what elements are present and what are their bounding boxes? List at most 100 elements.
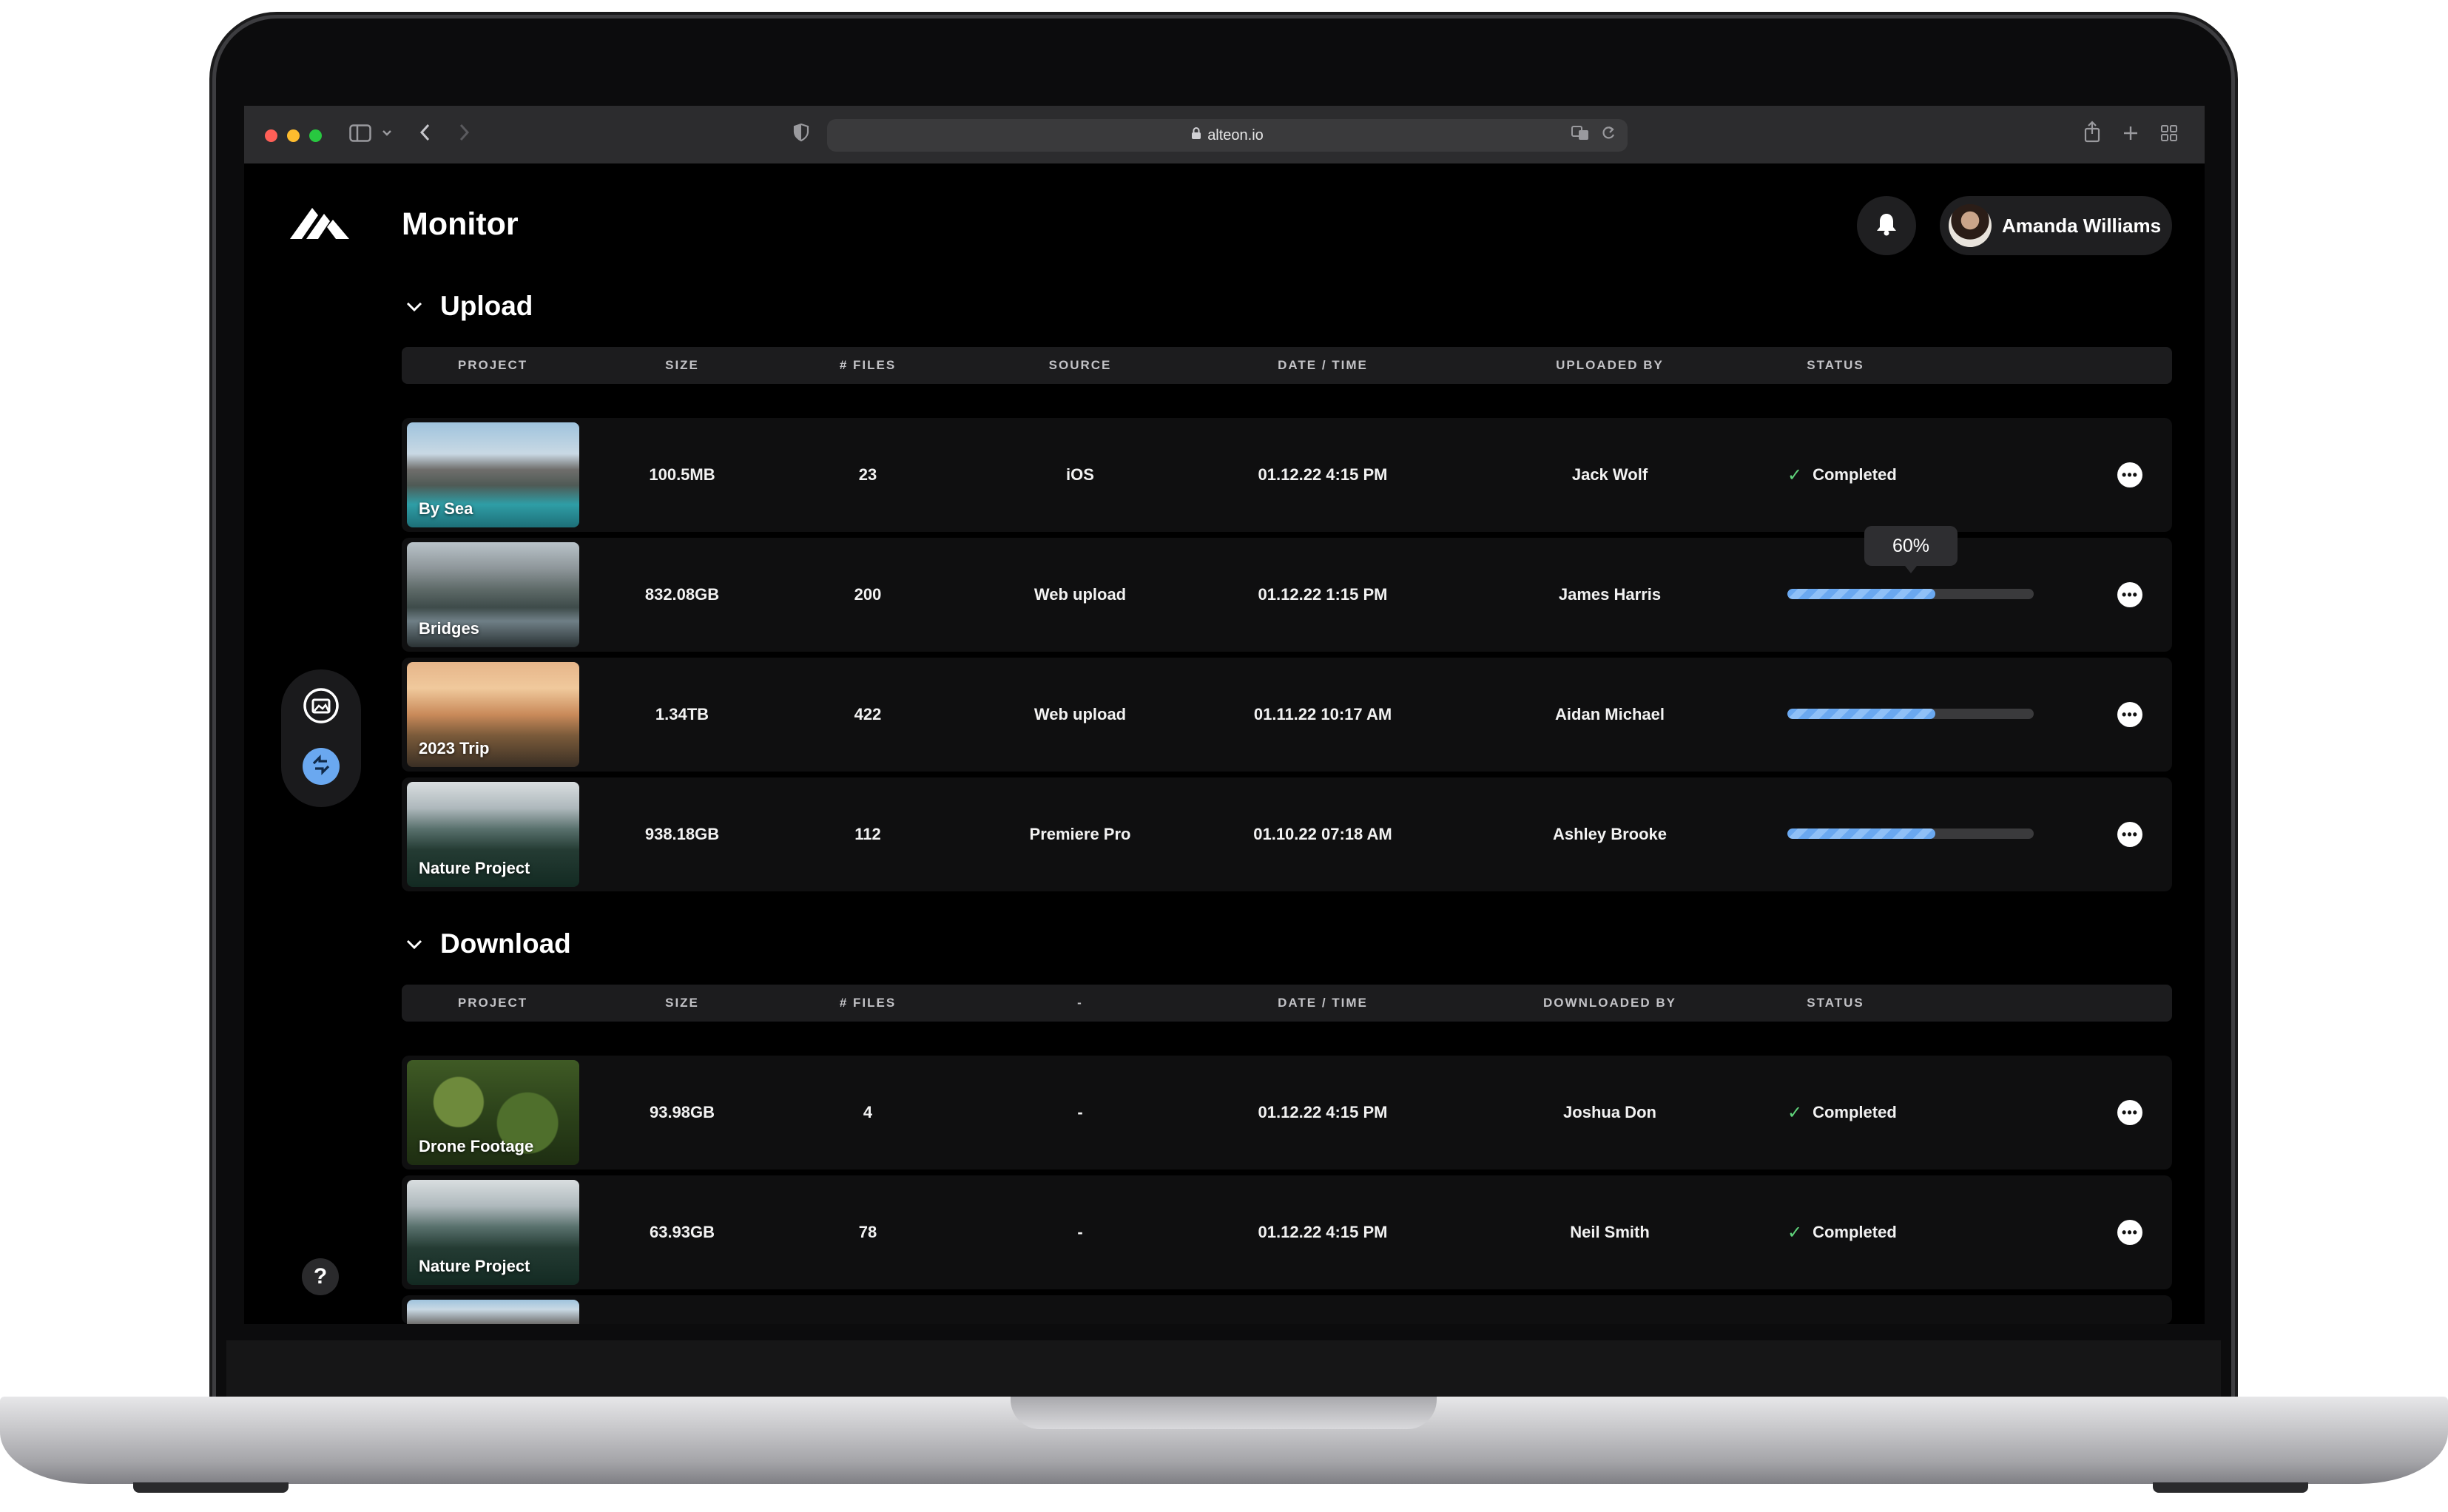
- project-thumbnail: 2023 Trip: [407, 662, 579, 767]
- progress-bar: [1787, 709, 2034, 719]
- help-button[interactable]: ?: [302, 1258, 339, 1295]
- table-row[interactable]: Drone Footage 93.98GB 4 - 01.12.22 4:15 …: [402, 1056, 2172, 1170]
- row-more-button[interactable]: •••: [2117, 582, 2142, 607]
- check-icon: ✓: [1787, 1102, 1803, 1123]
- cell-source: iOS: [1066, 465, 1094, 484]
- progress-fill: [1787, 589, 1935, 599]
- user-menu-button[interactable]: Amanda Williams: [1940, 196, 2172, 255]
- project-name: Bridges: [419, 619, 479, 638]
- download-section-header[interactable]: Download: [402, 928, 571, 959]
- status-text: Completed: [1813, 1223, 1897, 1241]
- progress-bar: [1787, 828, 2034, 839]
- project-thumbnail: Nature Project: [407, 782, 579, 887]
- cell-datetime: 01.12.22 1:15 PM: [1258, 585, 1388, 604]
- download-table-header: PROJECT SIZE # FILES - DATE / TIME DOWNL…: [402, 985, 2172, 1022]
- new-tab-icon[interactable]: [2122, 121, 2140, 150]
- progress-tooltip: 60%: [1864, 526, 1958, 573]
- status-text: Completed: [1813, 1103, 1897, 1121]
- table-row[interactable]: Bridges 832.08GB 200 Web upload 01.12.22…: [402, 526, 2172, 652]
- side-rail-library-button[interactable]: [303, 687, 340, 726]
- browser-window: alteon.io Monitor Amanda Williams ? Uplo…: [244, 106, 2205, 1324]
- tab-group-chevron-icon[interactable]: [382, 121, 392, 150]
- laptop-foot-left: [133, 1482, 289, 1493]
- tab-overview-icon[interactable]: [2160, 121, 2178, 150]
- row-more-button[interactable]: •••: [2117, 462, 2142, 487]
- project-thumbnail: Bridges: [407, 542, 579, 647]
- cell-files: 422: [854, 705, 882, 723]
- project-name: Drone Footage: [419, 1137, 534, 1155]
- cell-source: Premiere Pro: [1029, 825, 1131, 843]
- column-header-files: # FILES: [839, 996, 897, 1010]
- cell-datetime: 01.12.22 4:15 PM: [1258, 465, 1388, 484]
- column-header-source: -: [1077, 996, 1083, 1010]
- table-row[interactable]: [402, 1295, 2172, 1324]
- column-header-size: SIZE: [665, 358, 699, 372]
- project-thumbnail: [407, 1300, 579, 1324]
- forward-icon[interactable]: [457, 121, 471, 150]
- translate-icon[interactable]: [1571, 125, 1589, 146]
- url-text: alteon.io: [1207, 126, 1264, 144]
- cell-files: 4: [863, 1103, 873, 1121]
- cell-source: Web upload: [1034, 705, 1127, 723]
- notifications-button[interactable]: [1857, 196, 1916, 255]
- table-row[interactable]: 2023 Trip 1.34TB 422 Web upload 01.11.22…: [402, 658, 2172, 772]
- privacy-shield-icon[interactable]: [793, 121, 809, 150]
- chevron-down-icon: [402, 931, 427, 956]
- table-row[interactable]: Nature Project 63.93GB 78 - 01.12.22 4:1…: [402, 1175, 2172, 1289]
- lock-icon: [1191, 126, 1201, 144]
- minimize-window-button[interactable]: [287, 129, 300, 142]
- cell-uploaded-by: Ashley Brooke: [1552, 825, 1668, 843]
- back-icon[interactable]: [419, 121, 432, 150]
- cell-size: 1.34TB: [655, 705, 709, 723]
- table-row[interactable]: Nature Project 938.18GB 112 Premiere Pro…: [402, 777, 2172, 891]
- zoom-window-button[interactable]: [309, 129, 322, 142]
- more-icon: •••: [2122, 587, 2138, 602]
- check-icon: ✓: [1787, 465, 1803, 485]
- transfer-icon: [309, 753, 333, 780]
- column-header-datetime: DATE / TIME: [1278, 358, 1368, 372]
- more-icon: •••: [2122, 1225, 2138, 1240]
- cell-datetime: 01.11.22 10:17 AM: [1253, 705, 1392, 723]
- cell-size: 938.18GB: [644, 825, 720, 843]
- column-header-project: PROJECT: [457, 996, 528, 1010]
- cell-datetime: 01.12.22 4:15 PM: [1258, 1223, 1388, 1241]
- column-header-downloaded-by: DOWNLOADED BY: [1543, 996, 1676, 1010]
- progress-bar: [1787, 589, 2034, 599]
- project-thumbnail: Nature Project: [407, 1180, 579, 1285]
- project-name: 2023 Trip: [419, 739, 490, 757]
- cell-downloaded-by: Joshua Don: [1563, 1103, 1656, 1121]
- cell-uploaded-by: Jack Wolf: [1571, 465, 1648, 484]
- sidebar-toggle-icon[interactable]: [349, 121, 371, 150]
- more-icon: •••: [2122, 707, 2138, 722]
- cell-size: 100.5MB: [649, 465, 715, 484]
- check-icon: ✓: [1787, 1222, 1803, 1243]
- share-icon[interactable]: [2083, 121, 2101, 151]
- reload-icon[interactable]: [1601, 125, 1616, 146]
- address-bar[interactable]: alteon.io: [827, 119, 1628, 152]
- status-completed: ✓ Completed: [1787, 418, 1897, 532]
- cell-files: 23: [858, 465, 877, 484]
- row-more-button[interactable]: •••: [2117, 822, 2142, 847]
- progress-fill: [1787, 709, 1935, 719]
- more-icon: •••: [2122, 1105, 2138, 1120]
- close-window-button[interactable]: [265, 129, 277, 142]
- cell-datetime: 01.12.22 4:15 PM: [1258, 1103, 1388, 1121]
- alteon-logo-icon[interactable]: [290, 205, 351, 244]
- cell-source: -: [1077, 1223, 1083, 1241]
- table-row[interactable]: By Sea 100.5MB 23 iOS 01.12.22 4:15 PM J…: [402, 418, 2172, 532]
- row-more-button[interactable]: •••: [2117, 1220, 2142, 1245]
- row-more-button[interactable]: •••: [2117, 702, 2142, 727]
- cell-files: 200: [854, 585, 882, 604]
- bell-icon: [1875, 212, 1898, 240]
- side-rail-monitor-button[interactable]: [303, 748, 340, 785]
- project-name: Nature Project: [419, 859, 530, 877]
- upload-section-header[interactable]: Upload: [402, 291, 533, 322]
- download-section-title: Download: [440, 928, 571, 959]
- laptop-foot-right: [2153, 1482, 2308, 1493]
- app-area: Monitor Amanda Williams ? Upload PROJECT…: [244, 163, 2205, 1324]
- column-header-datetime: DATE / TIME: [1278, 996, 1368, 1010]
- column-header-uploaded-by: UPLOADED BY: [1556, 358, 1664, 372]
- row-more-button[interactable]: •••: [2117, 1100, 2142, 1125]
- column-header-project: PROJECT: [457, 358, 528, 372]
- column-header-status: STATUS: [1807, 358, 1864, 372]
